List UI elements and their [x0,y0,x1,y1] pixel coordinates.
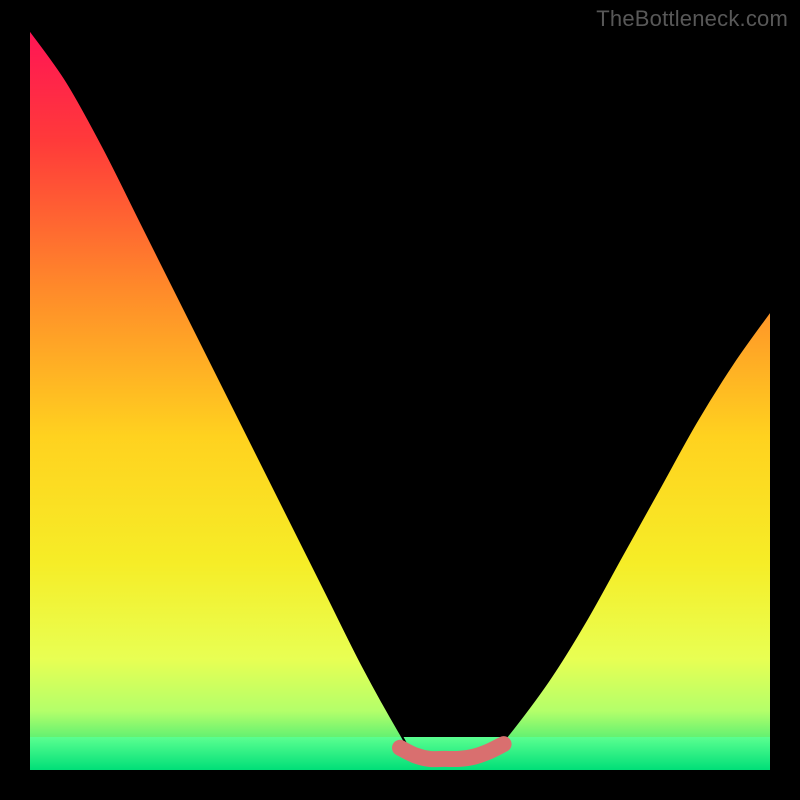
bottleneck-curve [30,30,770,763]
chart-frame: TheBottleneck.com [0,0,800,800]
curve-layer [30,30,770,770]
flat-segment [400,744,504,759]
watermark-text: TheBottleneck.com [596,6,788,32]
plot-area [30,30,770,770]
